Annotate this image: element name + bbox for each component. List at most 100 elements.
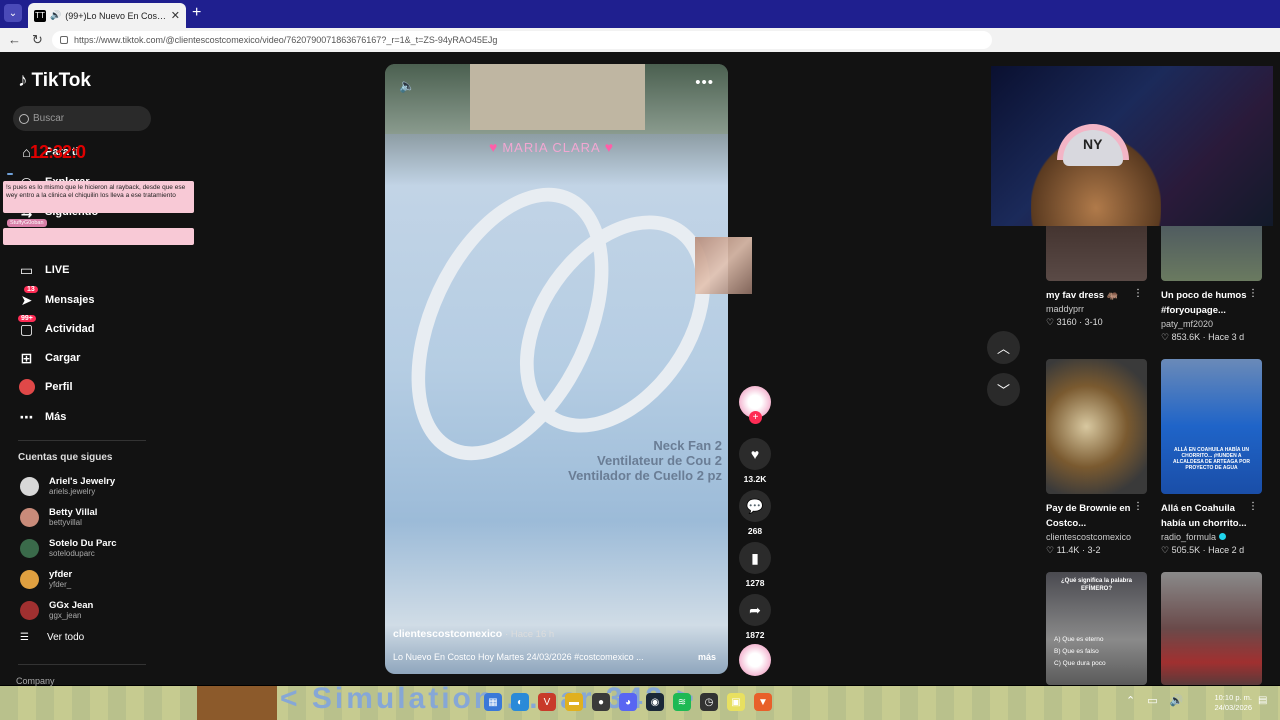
video-title: Allá en Coahuila había un chorrito... — [1161, 503, 1247, 529]
recommended-video[interactable]: ALLÁ EN COAHUILA HABÍA UN CHORRITO... ¡H… — [1161, 359, 1262, 556]
followed-account[interactable]: yfder yfder_ — [20, 567, 72, 591]
comment-icon: 💬 — [739, 490, 771, 522]
comment-button[interactable]: 💬 268 — [738, 490, 772, 536]
sidebar-item-mas[interactable]: ⋯ Más — [18, 407, 67, 427]
volume-icon[interactable]: 🔊 — [1170, 694, 1184, 707]
thumbnail-caption: ¿Qué significa la palabra EFÍMERO? — [1060, 578, 1133, 592]
search-placeholder: Buscar — [33, 113, 65, 124]
followed-account[interactable]: GGx Jean ggx_jean — [20, 598, 93, 622]
chat-message: !s pues es lo mismo que le hicieron al r… — [3, 181, 194, 213]
video-thumbnail — [1046, 359, 1147, 494]
chat-message — [3, 228, 194, 245]
sidebar-item-perfil[interactable]: Perfil — [18, 377, 73, 397]
chevron-up-icon[interactable]: ⌃ — [1126, 694, 1135, 707]
sound-button[interactable] — [738, 644, 772, 676]
sound-disc-icon — [739, 644, 771, 676]
tiktok-logo[interactable]: ♪ TikTok — [18, 70, 91, 92]
see-all-link[interactable]: ☰ Ver todo — [20, 632, 84, 643]
steam-icon[interactable]: ◉ — [646, 693, 664, 711]
notification-icon[interactable]: ▤ — [1258, 695, 1267, 706]
chat-username-badge — [7, 173, 13, 175]
video-author[interactable]: clientescostcomexico · Hace 16 h — [393, 628, 554, 640]
recommended-video[interactable] — [1161, 572, 1262, 685]
more-options-icon[interactable]: ⋮ — [1133, 501, 1143, 512]
next-video-button[interactable]: ﹀ — [987, 373, 1020, 406]
video-thumbnail — [1161, 572, 1262, 685]
system-clock[interactable]: 10:10 p. m. 24/03/2026 — [1206, 693, 1252, 713]
new-tab-button[interactable]: + — [192, 4, 201, 22]
list-icon: ☰ — [20, 632, 29, 643]
edge-icon[interactable]: ◐ — [511, 693, 529, 711]
search-icon — [19, 113, 29, 124]
taskbar: < Simulation ...ear 342 > ▦ ◐ V ▬ ● ◕ ◉ … — [0, 686, 1280, 720]
account-handle: soteloduparc — [49, 548, 95, 558]
follow-plus-icon[interactable]: + — [749, 411, 762, 424]
close-tab-icon[interactable]: ✕ — [171, 9, 180, 22]
followed-account[interactable]: Betty Villal bettyvillal — [20, 505, 97, 529]
company-link[interactable]: Company — [16, 676, 55, 686]
network-icon[interactable]: ▭ — [1147, 694, 1157, 707]
folder-icon[interactable]: ▬ — [565, 693, 583, 711]
video-description: Lo Nuevo En Costco Hoy Martes 24/03/2026… — [393, 652, 644, 662]
previous-video-button[interactable]: ︿ — [987, 331, 1020, 364]
address-bar: ← ↻ https://www.tiktok.com/@clientescost… — [0, 28, 1280, 52]
sidebar-item-live[interactable]: ▭ LIVE — [18, 260, 70, 280]
product-box-text: Neck Fan 2 Ventilateur de Cou 2 Ventilad… — [568, 438, 722, 483]
followed-account[interactable]: Sotelo Du Parc soteloduparc — [20, 536, 117, 560]
video-author: radio_formula — [1161, 532, 1262, 542]
video-stats: ♡ 3160 · 3-10 — [1046, 317, 1103, 327]
bookmark-icon: ▮ — [739, 542, 771, 574]
like-button[interactable]: ♥ 13.2K — [738, 438, 772, 484]
reload-icon[interactable]: ↻ — [32, 32, 43, 48]
save-count: 1278 — [745, 578, 765, 588]
sidebar-item-actividad[interactable]: ▢ 99+ Actividad — [18, 314, 95, 339]
heart-icon: ♥ — [489, 139, 499, 155]
more-options-icon[interactable]: ⋮ — [1248, 501, 1258, 512]
video-author: clientescostcomexico — [1046, 532, 1132, 542]
logo-text: TikTok — [31, 70, 91, 91]
tab-menu-button[interactable]: ⌄ — [4, 4, 22, 22]
taskbar-background — [197, 686, 277, 720]
brave-icon[interactable]: ▼ — [754, 693, 772, 711]
share-button[interactable]: ➦ 1872 — [738, 594, 772, 640]
share-icon: ➦ — [739, 594, 771, 626]
video-player[interactable]: 🔈 ••• ♥ MARIA CLARA ♥ Neck Fan 2 Ventila… — [385, 64, 728, 674]
video-thumbnail: ¿Qué significa la palabra EFÍMERO? A) Qu… — [1046, 572, 1147, 685]
more-options-icon[interactable]: ⋮ — [1248, 288, 1258, 299]
quiz-option: A) Que es eterno — [1054, 636, 1104, 643]
spotify-icon[interactable]: ≋ — [673, 693, 691, 711]
share-count: 1872 — [745, 630, 765, 640]
video-overlay-title: ♥ MARIA CLARA ♥ — [489, 139, 614, 155]
account-name: Betty Villal — [49, 506, 98, 518]
more-options-icon[interactable]: ••• — [695, 74, 714, 91]
volume-icon[interactable]: 🔈 — [399, 78, 415, 94]
creator-avatar-button[interactable]: + — [738, 386, 772, 424]
headphones-icon — [1057, 124, 1129, 160]
recommended-video[interactable]: Pay de Brownie en Costco... ⋮ clientesco… — [1046, 359, 1147, 556]
obs-icon[interactable]: ● — [592, 693, 610, 711]
voicemod-icon[interactable]: V — [538, 693, 556, 711]
sidebar-item-mensajes[interactable]: ➤ 13 Mensajes — [18, 285, 95, 310]
sidebar-item-cargar[interactable]: ⊞ Cargar — [18, 348, 81, 368]
clock-app-icon[interactable]: ◷ — [700, 693, 718, 711]
browser-tab-active[interactable]: TT 🔊 (99+)Lo Nuevo En Costco Hoy Martes … — [28, 3, 186, 28]
quiz-option: B) Que es falso — [1054, 648, 1099, 655]
account-name: Sotelo Du Parc — [49, 537, 117, 549]
more-options-icon[interactable]: ⋮ — [1133, 288, 1143, 299]
search-input[interactable]: Buscar — [13, 106, 151, 131]
streamer-webcam: NY — [991, 66, 1273, 226]
recommended-video[interactable]: ¿Qué significa la palabra EFÍMERO? A) Qu… — [1046, 572, 1147, 685]
thumbnail-caption: ALLÁ EN COAHUILA HABÍA UN CHORRITO... ¡H… — [1173, 447, 1250, 471]
back-arrow-icon[interactable]: ← — [8, 32, 21, 47]
url-field[interactable]: https://www.tiktok.com/@clientescostcome… — [52, 31, 992, 49]
video-author: paty_mf2020 — [1161, 319, 1214, 329]
followed-account[interactable]: Ariel's Jewelry ariels.jewelry — [20, 474, 115, 498]
game-icon[interactable]: ▣ — [727, 693, 745, 711]
save-button[interactable]: ▮ 1278 — [738, 542, 772, 588]
file-explorer-icon[interactable]: ▦ — [484, 693, 502, 711]
author-name: clientescostcomexico — [393, 628, 503, 640]
like-count: 853.6K — [1171, 332, 1201, 342]
like-count: 3160 — [1056, 317, 1077, 327]
more-description-button[interactable]: más — [698, 652, 716, 662]
discord-icon[interactable]: ◕ — [619, 693, 637, 711]
